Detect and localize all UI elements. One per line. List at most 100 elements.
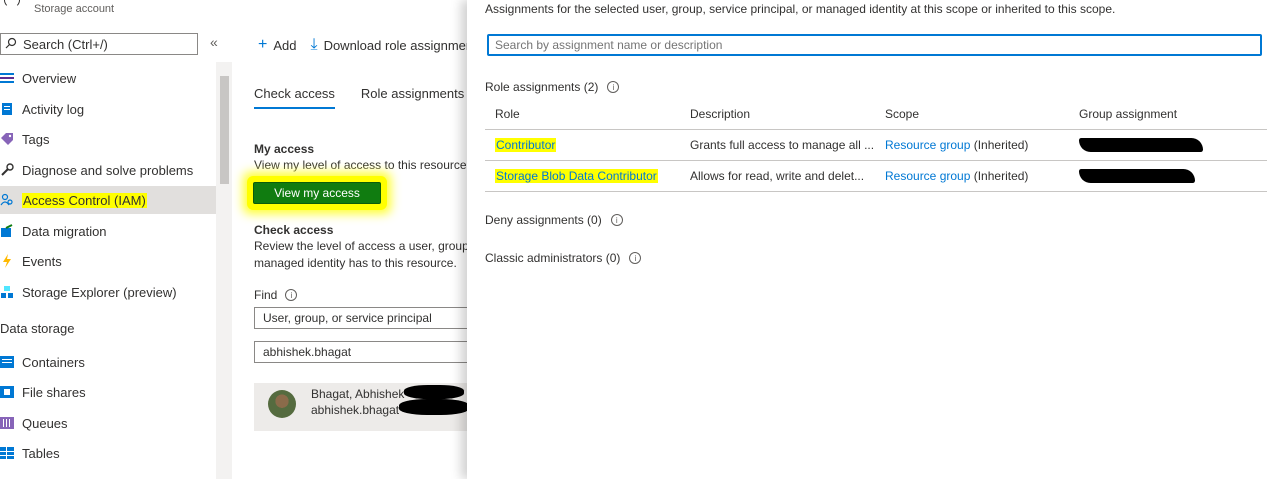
- info-icon[interactable]: i: [629, 252, 642, 264]
- role-assignments-header: Role assignments (2) i: [485, 80, 620, 94]
- nav-item-label: Tags: [22, 131, 50, 147]
- nav-scrollbar[interactable]: [216, 62, 232, 479]
- left-navigation: Storage account Search (Ctrl+/) « Overvi…: [0, 0, 232, 479]
- wrench-icon: [0, 163, 14, 177]
- nav-item-label: File shares: [22, 384, 86, 400]
- search-icon: [5, 37, 19, 52]
- classic-administrators-header: Classic administrators (0) i: [485, 251, 642, 265]
- scope-suffix: (Inherited): [970, 168, 1029, 183]
- table-row[interactable]: Contributor Grants full access to manage…: [485, 129, 1267, 161]
- scope-cell: Resource group (Inherited): [875, 160, 1069, 192]
- view-my-access-button[interactable]: View my access: [253, 182, 381, 204]
- nav-item-queues[interactable]: Queues: [0, 409, 216, 437]
- containers-icon: [0, 355, 14, 369]
- download-role-assignments-button[interactable]: ⤓ Download role assignments: [310, 36, 467, 54]
- file-shares-icon: [0, 385, 14, 399]
- my-access-title: My access: [254, 142, 315, 156]
- deny-assignments-label: Deny assignments (0): [485, 213, 602, 227]
- column-header-group-assignment: Group assignment: [1069, 99, 1267, 130]
- nav-item-label: Events: [22, 253, 62, 269]
- nav-item-tables[interactable]: Tables: [0, 439, 216, 467]
- redaction-mark: [1079, 168, 1195, 183]
- add-button[interactable]: + Add: [258, 36, 296, 54]
- column-header-role: Role: [485, 99, 680, 130]
- redaction-mark: [399, 399, 467, 415]
- nav-item-access-control[interactable]: Access Control (IAM): [0, 186, 216, 214]
- nav-item-label: Storage Explorer (preview): [22, 284, 177, 300]
- nav-search-input[interactable]: Search (Ctrl+/): [0, 33, 198, 55]
- nav-item-diagnose[interactable]: Diagnose and solve problems: [0, 156, 216, 184]
- plus-icon: +: [258, 36, 268, 53]
- check-access-description-line1: Review the level of access a user, group…: [254, 239, 467, 253]
- scope-cell: Resource group (Inherited): [875, 129, 1069, 161]
- collapse-nav-button[interactable]: «: [210, 34, 218, 50]
- tab-role-assignments[interactable]: Role assignments: [361, 86, 464, 109]
- redaction-mark: [404, 385, 464, 399]
- queues-icon: [0, 416, 14, 430]
- nav-item-label: Overview: [22, 70, 77, 86]
- role-cell: Storage Blob Data Contributor: [485, 160, 680, 192]
- nav-item-containers[interactable]: Containers: [0, 348, 216, 376]
- role-assignments-label: Role assignments (2): [485, 80, 599, 94]
- nav-item-label: Diagnose and solve problems: [22, 162, 194, 178]
- nav-item-file-shares[interactable]: File shares: [0, 378, 216, 406]
- data-migration-icon: [0, 224, 14, 238]
- nav-item-label: Tables: [22, 445, 60, 461]
- group-assignment-cell: [1069, 160, 1267, 192]
- assignments-description: Assignments for the selected user, group…: [485, 2, 1116, 16]
- download-button-label: Download role assignments: [323, 37, 467, 53]
- my-access-description: View my level of access to this resource…: [254, 158, 467, 172]
- storage-explorer-icon: [0, 285, 14, 299]
- activity-log-icon: [0, 102, 14, 116]
- role-cell: Contributor: [485, 129, 680, 161]
- nav-item-data-migration[interactable]: Data migration: [0, 217, 216, 245]
- role-assignments-table: Role Description Scope Group assignment …: [485, 99, 1267, 192]
- nav-item-activity-log[interactable]: Activity log: [0, 95, 216, 123]
- column-header-description: Description: [680, 99, 875, 130]
- role-link-storage-blob-data-contributor[interactable]: Storage Blob Data Contributor: [495, 168, 658, 183]
- user-search-result[interactable]: Bhagat, Abhishek abhishek.bhagat: [254, 383, 467, 431]
- scope-link[interactable]: Resource group: [885, 169, 970, 183]
- avatar: [268, 390, 296, 418]
- find-label: Find i: [254, 288, 298, 302]
- user-email: abhishek.bhagat: [311, 403, 400, 417]
- info-icon[interactable]: i: [285, 289, 298, 301]
- role-link-contributor[interactable]: Contributor: [495, 137, 557, 152]
- assignee-search-input[interactable]: abhishek.bhagat: [254, 341, 467, 363]
- info-icon[interactable]: i: [610, 214, 623, 226]
- deny-assignments-header: Deny assignments (0) i: [485, 213, 623, 227]
- description-cell: Allows for read, write and delet...: [680, 160, 875, 192]
- nav-section-data-storage: Data storage: [0, 321, 75, 336]
- resource-subtitle: Storage account: [34, 3, 115, 15]
- people-icon: [0, 193, 14, 207]
- check-access-description-line2: managed identity has to this resource.: [254, 256, 457, 270]
- nav-item-overview[interactable]: Overview: [0, 64, 216, 92]
- classic-administrators-label: Classic administrators (0): [485, 251, 621, 265]
- nav-item-storage-explorer[interactable]: Storage Explorer (preview): [0, 278, 216, 306]
- role-assignments-blade: Assignments for the selected user, group…: [467, 0, 1280, 479]
- nav-item-label: Activity log: [22, 101, 85, 117]
- table-row[interactable]: Storage Blob Data Contributor Allows for…: [485, 160, 1267, 192]
- description-cell: Grants full access to manage all ...: [680, 129, 875, 161]
- column-header-scope: Scope: [875, 99, 1069, 130]
- nav-item-label: Queues: [22, 415, 68, 431]
- info-icon[interactable]: i: [607, 81, 620, 93]
- group-assignment-cell: [1069, 129, 1267, 161]
- nav-item-events[interactable]: Events: [0, 247, 216, 275]
- tables-icon: [0, 446, 14, 460]
- assignee-type-dropdown[interactable]: User, group, or service principal: [254, 307, 467, 329]
- nav-scrollbar-thumb[interactable]: [220, 76, 229, 184]
- tag-icon: [0, 132, 14, 146]
- storage-account-icon: [4, 0, 20, 8]
- tab-check-access[interactable]: Check access: [254, 86, 335, 109]
- nav-item-label: Containers: [22, 354, 85, 370]
- add-button-label: Add: [273, 37, 297, 53]
- table-header-row: Role Description Scope Group assignment: [485, 99, 1267, 130]
- scope-link[interactable]: Resource group: [885, 138, 970, 152]
- assignment-search-field[interactable]: [487, 34, 1262, 56]
- assignment-search-input[interactable]: [495, 38, 1260, 52]
- download-icon: ⤓: [310, 36, 318, 53]
- user-name: Bhagat, Abhishek: [311, 387, 405, 401]
- nav-item-label: Data migration: [22, 223, 107, 239]
- nav-item-tags[interactable]: Tags: [0, 125, 216, 153]
